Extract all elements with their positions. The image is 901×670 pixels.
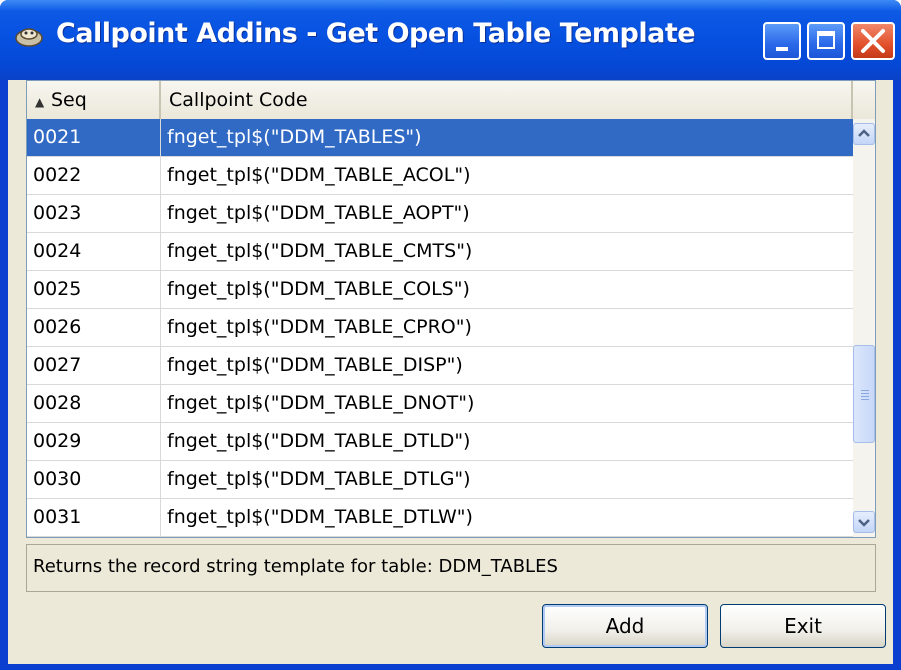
- minimize-button[interactable]: [763, 22, 801, 60]
- table-row[interactable]: 0021 fnget_tpl$("DDM_TABLES"): [27, 119, 853, 157]
- exit-button[interactable]: Exit: [720, 604, 886, 648]
- column-header-seq[interactable]: ▲ Seq: [27, 81, 161, 119]
- cell-callpoint-code: fnget_tpl$("DDM_TABLE_DISP"): [167, 354, 463, 376]
- column-header-code-label: Callpoint Code: [169, 89, 308, 111]
- grid-rows: 0021 fnget_tpl$("DDM_TABLES") 0022 fnget_tp…: [27, 119, 853, 537]
- table-row[interactable]: 0031 fnget_tpl$("DDM_TABLE_DTLW"): [27, 499, 853, 537]
- grid-header: ▲ Seq Callpoint Code: [27, 81, 875, 121]
- cell-seq: 0024: [27, 233, 161, 270]
- cell-callpoint-code: fnget_tpl$("DDM_TABLE_DTLW"): [167, 506, 473, 528]
- table-row[interactable]: 0029 fnget_tpl$("DDM_TABLE_DTLD"): [27, 423, 853, 461]
- thumb-grip-line: [861, 390, 869, 391]
- chevron-up-icon: [858, 129, 870, 137]
- column-header-callpoint-code[interactable]: Callpoint Code: [161, 81, 853, 119]
- table-row[interactable]: 0025 fnget_tpl$("DDM_TABLE_COLS"): [27, 271, 853, 309]
- cell-callpoint-code: fnget_tpl$("DDM_TABLE_AOPT"): [167, 202, 470, 224]
- thumb-grip-line: [861, 399, 869, 400]
- vertical-scrollbar[interactable]: [853, 119, 875, 537]
- scroll-up-button[interactable]: [853, 123, 875, 145]
- cell-seq: 0022: [27, 157, 161, 194]
- cell-seq: 0025: [27, 271, 161, 308]
- cell-seq: 0030: [27, 461, 161, 498]
- dialog-client-area: ▲ Seq Callpoint Code 0021 fnget_tpl$("DDM_…: [8, 80, 893, 664]
- table-row[interactable]: 0030 fnget_tpl$("DDM_TABLE_DTLG"): [27, 461, 853, 499]
- dialog-window: Callpoint Addins - Get Open Table Templa…: [0, 0, 901, 670]
- table-row[interactable]: 0024 fnget_tpl$("DDM_TABLE_CMTS"): [27, 233, 853, 271]
- cell-callpoint-code: fnget_tpl$("DDM_TABLES"): [167, 126, 422, 148]
- table-row[interactable]: 0027 fnget_tpl$("DDM_TABLE_DISP"): [27, 347, 853, 385]
- cell-seq: 0029: [27, 423, 161, 460]
- chevron-down-icon: [858, 519, 870, 527]
- window-title: Callpoint Addins - Get Open Table Templa…: [56, 18, 696, 49]
- cell-callpoint-code: fnget_tpl$("DDM_TABLE_DTLG"): [167, 468, 471, 490]
- column-header-seq-label: Seq: [51, 89, 87, 111]
- description-status: Returns the record string template for t…: [26, 544, 876, 592]
- scrollbar-thumb[interactable]: [853, 345, 875, 443]
- cell-callpoint-code: fnget_tpl$("DDM_TABLE_DNOT"): [167, 392, 475, 414]
- cell-seq: 0023: [27, 195, 161, 232]
- cell-callpoint-code: fnget_tpl$("DDM_TABLE_COLS"): [167, 278, 470, 300]
- close-button[interactable]: [851, 22, 895, 60]
- callpoint-grid[interactable]: ▲ Seq Callpoint Code 0021 fnget_tpl$("DDM_…: [26, 80, 876, 538]
- table-row[interactable]: 0022 fnget_tpl$("DDM_TABLE_ACOL"): [27, 157, 853, 195]
- cell-seq: 0027: [27, 347, 161, 384]
- cell-seq: 0026: [27, 309, 161, 346]
- cell-seq: 0031: [27, 499, 161, 536]
- cell-callpoint-code: fnget_tpl$("DDM_TABLE_CPRO"): [167, 316, 472, 338]
- maximize-icon: [817, 31, 835, 49]
- title-bar[interactable]: Callpoint Addins - Get Open Table Templa…: [0, 0, 901, 80]
- close-icon: [861, 29, 885, 53]
- thumb-grip-line: [861, 393, 869, 394]
- cell-seq: 0021: [27, 119, 161, 156]
- table-row[interactable]: 0026 fnget_tpl$("DDM_TABLE_CPRO"): [27, 309, 853, 347]
- table-row[interactable]: 0028 fnget_tpl$("DDM_TABLE_DNOT"): [27, 385, 853, 423]
- cell-callpoint-code: fnget_tpl$("DDM_TABLE_DTLD"): [167, 430, 471, 452]
- app-icon: [15, 28, 43, 47]
- thumb-grip-line: [861, 396, 869, 397]
- maximize-button[interactable]: [807, 22, 845, 60]
- sort-ascending-icon: ▲: [35, 95, 45, 109]
- cell-seq: 0028: [27, 385, 161, 422]
- cell-callpoint-code: fnget_tpl$("DDM_TABLE_CMTS"): [167, 240, 473, 262]
- minimize-icon: [776, 47, 788, 51]
- scroll-down-button[interactable]: [853, 511, 875, 533]
- table-row[interactable]: 0023 fnget_tpl$("DDM_TABLE_AOPT"): [27, 195, 853, 233]
- column-header-filler: [853, 81, 875, 119]
- cell-callpoint-code: fnget_tpl$("DDM_TABLE_ACOL"): [167, 164, 471, 186]
- add-button[interactable]: Add: [542, 604, 708, 648]
